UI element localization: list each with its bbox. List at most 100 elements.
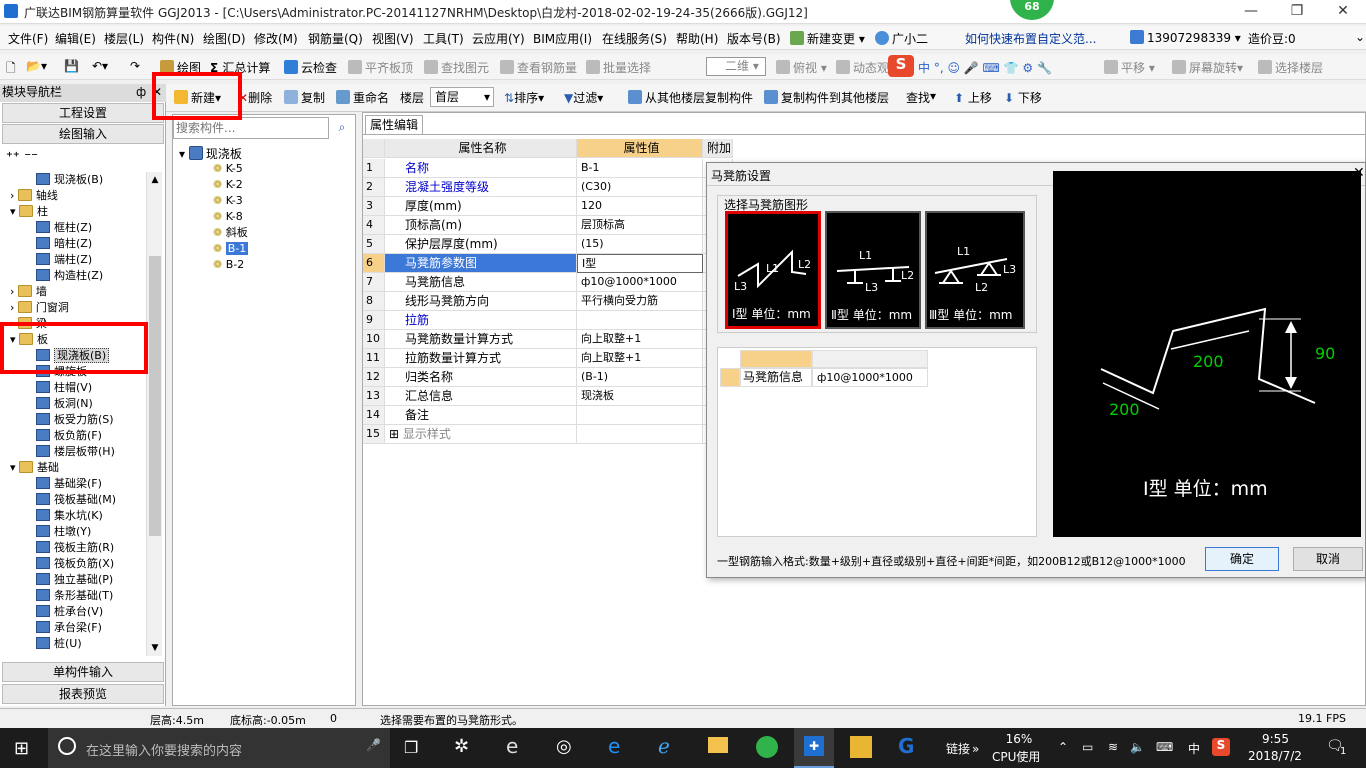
find-element-button[interactable]: 查找图元 [424, 59, 489, 76]
component-item[interactable]: ❁ K-3 [213, 193, 243, 209]
new-file-icon[interactable]: 🗋 [6, 59, 16, 80]
move-up-button[interactable]: ⬆ 上移 [954, 89, 992, 106]
tree-folder[interactable]: ▾ 基础 [10, 460, 59, 476]
ok-button[interactable]: 确定 [1205, 547, 1279, 571]
links-toolbar[interactable]: 链接 [946, 740, 970, 757]
menu-chevron-icon[interactable]: ⌄ [1355, 30, 1365, 44]
ime-toolbar[interactable]: 中 °, ☺ 🎤 ⌨ 👕 ⚙ 🔧 [918, 59, 1052, 76]
tree-component[interactable]: 框柱(Z) [36, 220, 92, 236]
drawing-input-button[interactable]: 绘图输入 [2, 124, 164, 144]
tree-component[interactable]: 暗柱(Z) [36, 236, 92, 252]
microphone-icon[interactable]: 🎤 [366, 738, 381, 752]
tree-component[interactable]: 桩(U) [36, 636, 82, 652]
expand-arrow-icon[interactable]: ▾ [10, 461, 19, 474]
property-value[interactable]: 120 [577, 197, 703, 216]
component-item[interactable]: ❁ K-5 [213, 161, 243, 177]
tree-component[interactable]: 桩承台(V) [36, 604, 103, 620]
expand-arrow-icon[interactable]: › [10, 189, 18, 202]
price-beans[interactable]: 造价豆:0 [1248, 30, 1296, 47]
scroll-up-icon[interactable]: ▲ [147, 172, 163, 188]
copy-button[interactable]: 复制 [284, 89, 325, 106]
expand-collapse-icons[interactable]: ⁺⁺ ⁻⁻ [6, 150, 38, 165]
flat-top-button[interactable]: 平齐板顶 [348, 59, 413, 76]
delete-button[interactable]: ✕删除 [238, 89, 272, 106]
select-floor-button[interactable]: 选择楼层 [1258, 59, 1323, 76]
component-search-box[interactable] [173, 117, 329, 139]
task-view-icon[interactable]: ❐ [404, 738, 418, 757]
move-down-button[interactable]: ⬇ 下移 [1004, 89, 1042, 106]
tab-property-edit[interactable]: 属性编辑 [365, 115, 424, 134]
sogou-tray-icon[interactable]: S [1212, 738, 1230, 756]
menu-floor[interactable]: 楼层(L) [104, 30, 144, 47]
battery-icon[interactable]: ▭ [1082, 740, 1093, 754]
tree-folder[interactable]: › 门窗洞 [10, 300, 69, 316]
notification-badge[interactable]: 68 [1010, 0, 1054, 20]
copy-to-floor-button[interactable]: 复制构件到其他楼层 [764, 89, 889, 106]
tip-link[interactable]: 如何快速布置自定义范... [965, 30, 1096, 47]
file-explorer-icon[interactable] [708, 737, 728, 753]
report-preview-button[interactable]: 报表预览 [2, 684, 164, 704]
save-icon[interactable]: 💾 [64, 59, 79, 73]
ie-browser-icon[interactable]: e [506, 734, 518, 758]
menu-bim[interactable]: BIM应用(I) [533, 30, 592, 47]
property-value[interactable]: 向上取整+1 [577, 330, 703, 349]
property-value[interactable]: (15) [577, 235, 703, 254]
view-rebar-button[interactable]: 查看钢筋量 [500, 59, 577, 76]
clock-time[interactable]: 9:55 [1262, 732, 1289, 746]
new-change-button[interactable]: 新建变更 ▾ [790, 30, 865, 47]
component-item[interactable]: ❁ K-2 [213, 177, 243, 193]
links-chevron-icon[interactable]: » [972, 742, 979, 756]
tree-scrollbar[interactable]: ▲ ▼ [146, 172, 162, 656]
menu-view[interactable]: 视图(V) [372, 30, 414, 47]
tree-folder[interactable]: › 轴线 [10, 188, 58, 204]
pan-button[interactable]: 平移 ▾ [1104, 59, 1155, 76]
expand-arrow-icon[interactable]: ▾ [10, 205, 19, 218]
property-value[interactable] [577, 311, 703, 330]
menu-tools[interactable]: 工具(T) [423, 30, 464, 47]
plan-view-button[interactable]: 俯视 ▾ [776, 59, 827, 76]
sort-button[interactable]: ⇅排序▾ [504, 89, 544, 106]
tree-component[interactable]: 构造柱(Z) [36, 268, 103, 284]
component-search-input[interactable] [176, 119, 326, 137]
view-mode-select[interactable]: 二维 ▾ [706, 57, 766, 76]
tree-component[interactable]: 承台梁(F) [36, 620, 102, 636]
menu-draw[interactable]: 绘图(D) [203, 30, 246, 47]
table-row-value[interactable]: ф10@1000*1000 [812, 368, 928, 387]
tree-component[interactable]: 筏板基础(M) [36, 492, 116, 508]
copy-from-floor-button[interactable]: 从其他楼层复制构件 [628, 89, 753, 106]
property-value[interactable]: (C30) [577, 178, 703, 197]
menu-version[interactable]: 版本号(B) [727, 30, 781, 47]
shape-type-2-card[interactable]: L1 L2 L3 Ⅱ型 单位：mm [825, 211, 921, 329]
glodon-active-app[interactable]: ✚ [794, 728, 834, 768]
menu-component[interactable]: 构件(N) [152, 30, 194, 47]
cloud-check-button[interactable]: 云检查 [284, 59, 337, 76]
menu-rebar-qty[interactable]: 钢筋量(Q) [308, 30, 363, 47]
rotate-screen-button[interactable]: 屏幕旋转▾ [1172, 59, 1243, 76]
swirl-app-icon[interactable]: ◎ [556, 736, 572, 757]
tree-component[interactable]: 端柱(Z) [36, 252, 92, 268]
shape-type-1-card[interactable]: L1 L2 L3 Ⅰ型 单位：mm [725, 211, 821, 329]
project-settings-button[interactable]: 工程设置 [2, 103, 164, 123]
tree-folder[interactable]: › 墙 [10, 284, 47, 300]
sogou-ime-icon[interactable]: S [888, 55, 914, 77]
expand-arrow-icon[interactable]: › [10, 285, 18, 298]
batch-select-button[interactable]: 批量选择 [586, 59, 651, 76]
menu-modify[interactable]: 修改(M) [254, 30, 298, 47]
shape-type-3-card[interactable]: L1 L2 L3 Ⅲ型 单位：mm [925, 211, 1025, 329]
filter-button[interactable]: ▼过滤▾ [564, 89, 603, 106]
tree-component[interactable]: 现浇板(B) [36, 172, 103, 188]
property-value[interactable]: 层顶标高 [577, 216, 703, 235]
ime-indicator[interactable]: 中 [1188, 740, 1200, 757]
cancel-button[interactable]: 取消 [1293, 547, 1363, 571]
tree-component[interactable]: 独立基础(P) [36, 572, 113, 588]
property-value[interactable]: B-1 [577, 159, 703, 178]
scroll-thumb[interactable] [149, 256, 161, 536]
component-item[interactable]: ❁ B-1 [213, 241, 249, 257]
property-value[interactable]: 现浇板 [577, 387, 703, 406]
property-value[interactable] [577, 425, 703, 444]
minimize-button[interactable]: — [1228, 0, 1274, 24]
search-icon[interactable]: ⌕ [331, 117, 353, 139]
rename-button[interactable]: 重命名 [336, 89, 389, 106]
ie-blue-icon[interactable]: ℯ [658, 734, 670, 758]
dynamic-view-button[interactable]: 动态观 [836, 59, 889, 76]
